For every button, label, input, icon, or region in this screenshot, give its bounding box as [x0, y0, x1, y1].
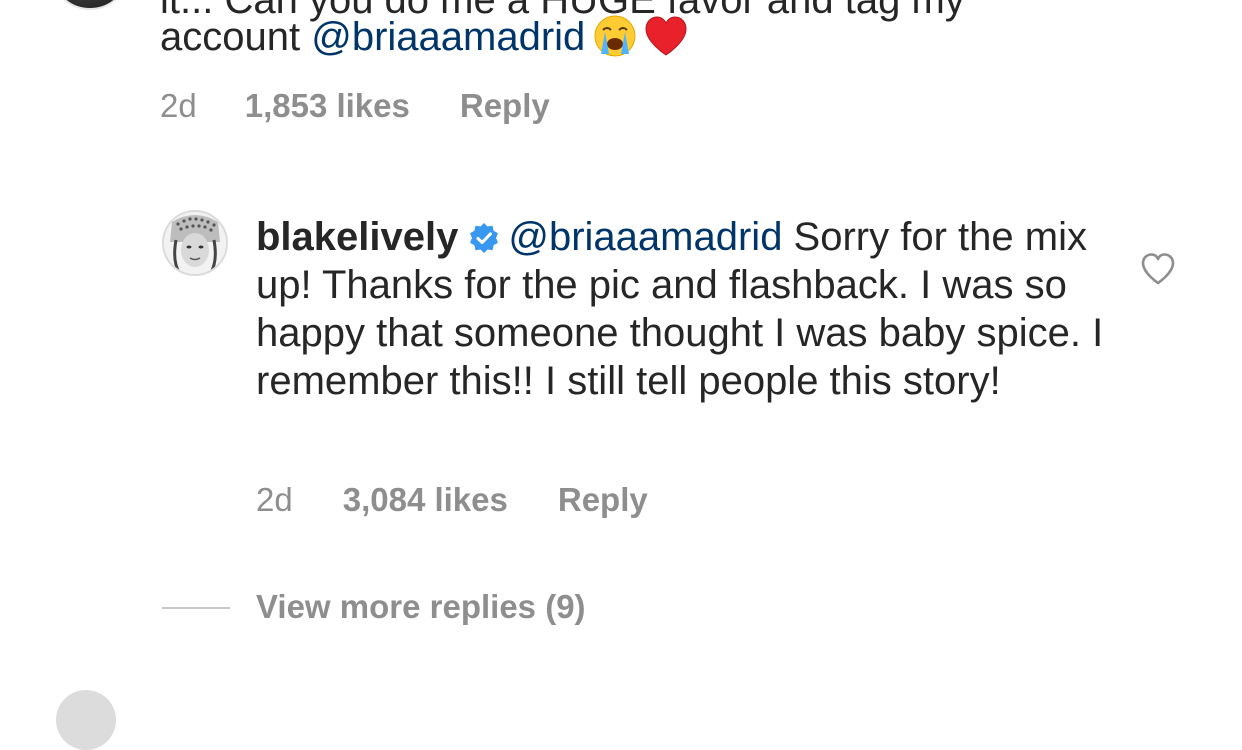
comment-text: account [160, 15, 312, 59]
username[interactable]: blakelively [256, 215, 458, 259]
next-commenter-avatar[interactable] [56, 690, 116, 750]
loudly-crying-face-emoji-icon [594, 15, 636, 57]
likes-count[interactable]: 3,084 likes [343, 481, 508, 518]
avatar-image [164, 212, 226, 274]
commenter-avatar[interactable] [50, 0, 130, 10]
view-more-replies-button[interactable]: View more replies (9) [256, 588, 586, 626]
comment-time: 2d [256, 481, 293, 518]
likes-count[interactable]: 1,853 likes [245, 87, 410, 124]
comment-time: 2d [160, 87, 197, 124]
red-heart-emoji-icon [645, 16, 687, 56]
mention-link[interactable]: @briaaamadrid [311, 15, 585, 59]
mention-link[interactable]: @briaaamadrid [508, 215, 782, 259]
comment-meta: 2d 1,853 likes Reply [160, 87, 550, 125]
reply-button[interactable]: Reply [460, 87, 550, 124]
reply-meta: 2d 3,084 likes Reply [256, 481, 648, 519]
avatar[interactable] [162, 210, 228, 276]
view-more-divider [162, 607, 230, 609]
heart-icon[interactable] [1140, 252, 1176, 286]
verified-badge-icon [470, 223, 499, 253]
comment-text-line: account @briaaamadrid [160, 14, 689, 59]
reply-comment-body: blakelively @briaaamadrid Sorry for the … [256, 213, 1106, 405]
reply-button[interactable]: Reply [558, 481, 648, 518]
